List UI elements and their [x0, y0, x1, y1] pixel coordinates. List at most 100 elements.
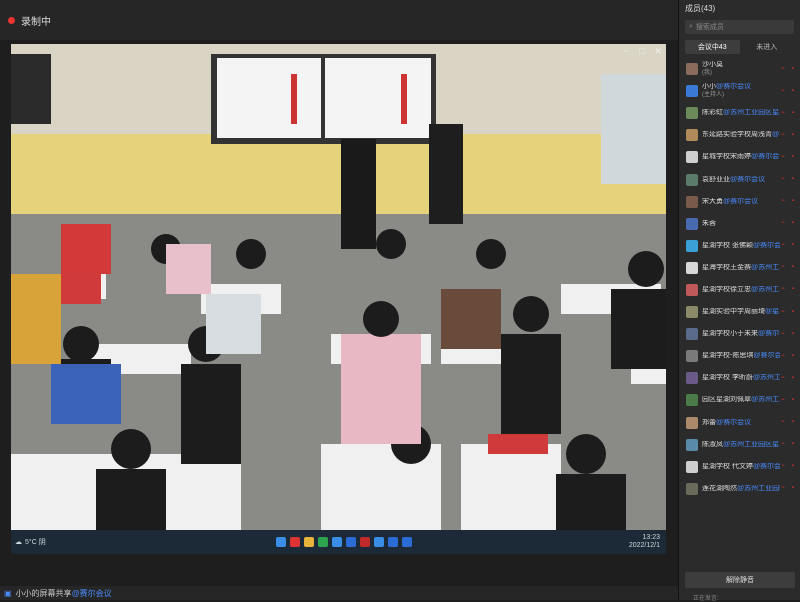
member-item[interactable]: 袁舒亚亚@赛尔会议 ⌁ ▪ [679, 168, 800, 190]
member-search-input[interactable]: ⌕ 搜索成员 [685, 20, 794, 34]
camera-off-icon[interactable]: ▪ [790, 176, 796, 183]
unmute-all-button[interactable]: 解除静音 [685, 572, 795, 588]
member-name: 星湖实验中学周丽琦 [702, 308, 765, 316]
camera-off-icon[interactable]: ▪ [790, 485, 796, 492]
folder-icon[interactable] [303, 537, 314, 547]
microphone-muted-icon[interactable]: ⌁ [780, 66, 786, 73]
app-icon[interactable] [317, 537, 328, 547]
member-label: 东延路实验学校周浅青@... [702, 131, 780, 139]
app-icon[interactable] [373, 537, 384, 547]
microphone-muted-icon[interactable]: ⌁ [780, 110, 786, 117]
member-org: @苏州工业园区星... [737, 484, 780, 492]
member-item[interactable]: 宋大勇@赛尔会议 ⌁ ▪ [679, 191, 800, 213]
microphone-muted-icon[interactable]: ⌁ [780, 463, 786, 470]
member-item[interactable]: 星湖学校-陈思琪@赛尔会议⌁▪ [679, 345, 800, 367]
microphone-muted-icon[interactable]: ⌁ [780, 441, 786, 448]
member-item[interactable]: 星湖实验中学周丽琦@星...⌁▪ [679, 301, 800, 323]
member-item[interactable]: 莲花湖陶然@苏州工业园区星...⌁ ▪ [679, 478, 800, 500]
member-item[interactable]: 陈彩虹@苏州工业园区星... ⌁ ▪ [679, 102, 800, 124]
tab-not-joined[interactable]: 未进入 [740, 40, 795, 54]
camera-off-icon[interactable]: ▪ [790, 441, 796, 448]
microphone-muted-icon[interactable]: ⌁ [780, 88, 786, 95]
classroom-video [11, 44, 666, 530]
microphone-muted-icon[interactable]: ⌁ [780, 198, 786, 205]
member-item[interactable]: 星城学校宋雨婷@赛尔会议⌁▪ [679, 146, 800, 168]
member-label: 宋大勇@赛尔会议 [702, 198, 780, 206]
microphone-muted-icon[interactable]: ⌁ [780, 242, 786, 249]
microphone-muted-icon[interactable]: ⌁ [780, 264, 786, 271]
avatar [686, 482, 698, 495]
camera-off-icon[interactable]: ▪ [790, 242, 796, 249]
member-item[interactable]: 东延路实验学校周浅青@...⌁ ▪ [679, 124, 800, 146]
start-icon[interactable] [275, 537, 286, 547]
system-clock[interactable]: 13:23 2022/12/1 [616, 534, 666, 550]
camera-off-icon[interactable]: ▪ [790, 264, 796, 271]
member-status-icons: ⌁ ▪ [780, 110, 796, 117]
camera-off-icon[interactable]: ▪ [790, 286, 796, 293]
member-item[interactable]: 朱蓉 ⌁ ▪ [679, 213, 800, 235]
member-item[interactable]: 星湖学校徐立忠@苏州工...⌁▪ [679, 279, 800, 301]
microphone-muted-icon[interactable]: ⌁ [780, 309, 786, 316]
camera-off-icon[interactable]: ▪ [790, 66, 796, 73]
close-icon[interactable]: ✕ [654, 46, 662, 57]
camera-off-icon[interactable]: ▪ [790, 463, 796, 470]
app-icon[interactable] [289, 537, 300, 547]
camera-off-icon[interactable]: ▪ [790, 331, 796, 338]
member-item[interactable]: 小小@赛尔会议 (主持人) ⌁ ▪ [679, 80, 800, 102]
meeting-app-icon[interactable] [401, 537, 412, 547]
member-item[interactable]: 沙小莫 (我) ⌁ ▪ [679, 58, 800, 80]
tab-in-meeting[interactable]: 会议中43 [685, 40, 740, 54]
microphone-muted-icon[interactable]: ⌁ [780, 331, 786, 338]
speaking-label: 正在发言: [693, 596, 719, 602]
app-icon[interactable] [345, 537, 356, 547]
minimize-icon[interactable]: − [624, 46, 629, 57]
member-item[interactable]: 园区星湖刘佩翠@苏州工...⌁▪ [679, 389, 800, 411]
microphone-muted-icon[interactable]: ⌁ [780, 375, 786, 382]
video-window-controls: − □ ✕ [624, 46, 662, 57]
weather-text: 5°C 阴 [25, 539, 46, 546]
microphone-muted-icon[interactable]: ⌁ [780, 132, 786, 139]
member-item[interactable]: 星湖学校小于未来@赛尔会议⌁▪ [679, 323, 800, 345]
camera-off-icon[interactable]: ▪ [790, 353, 796, 360]
microphone-muted-icon[interactable]: ⌁ [780, 220, 786, 227]
camera-off-icon[interactable]: ▪ [790, 88, 796, 95]
microphone-muted-icon[interactable]: ⌁ [780, 419, 786, 426]
member-item[interactable]: 郑蕾@赛尔会议 ⌁ ▪ [679, 412, 800, 434]
member-label: 星海学校王金赛@苏州工... [702, 264, 780, 272]
member-list: 沙小莫 (我) ⌁ ▪ 小小@赛尔会议 (主持人) ⌁ ▪ 陈彩虹@苏州工业园区星... ⌁ ▪ 东延… [679, 58, 800, 500]
wps-icon[interactable] [359, 537, 370, 547]
camera-off-icon[interactable]: ▪ [790, 110, 796, 117]
shared-screen-view[interactable]: − □ ✕ [11, 44, 666, 530]
camera-off-icon[interactable]: ▪ [790, 397, 796, 404]
member-item[interactable]: 星海学校王金赛@苏州工...⌁▪ [679, 257, 800, 279]
microphone-muted-icon[interactable]: ⌁ [780, 353, 786, 360]
member-name: 郑蕾 [702, 418, 716, 426]
camera-off-icon[interactable]: ▪ [790, 220, 796, 227]
camera-off-icon[interactable]: ▪ [790, 419, 796, 426]
camera-off-icon[interactable]: ▪ [790, 132, 796, 139]
weather-widget[interactable]: ☁ 5°C 阴 [11, 537, 71, 547]
member-item[interactable]: 星湖学校 代文婷@赛尔会议⌁▪ [679, 456, 800, 478]
camera-off-icon[interactable]: ▪ [790, 198, 796, 205]
app-icon[interactable] [387, 537, 398, 547]
microphone-muted-icon[interactable]: ⌁ [780, 176, 786, 183]
browser-icon[interactable] [331, 537, 342, 547]
member-status-icons: ⌁ ▪ [780, 441, 796, 448]
member-status-icons: ⌁ ▪ [780, 463, 796, 470]
member-name: 莲花湖陶然 [702, 484, 737, 492]
member-status-icons: ⌁ ▪ [780, 264, 796, 271]
member-item[interactable]: 星湖学校 李昕蔚@苏州工...⌁▪ [679, 367, 800, 389]
member-item[interactable]: 陈淑凤@苏州工业园区星... ⌁ ▪ [679, 434, 800, 456]
member-item[interactable]: 星湖学校 张佛颖@赛尔会议⌁▪ [679, 235, 800, 257]
microphone-muted-icon[interactable]: ⌁ [780, 154, 786, 161]
member-status-icons: ⌁ ▪ [780, 353, 796, 360]
camera-off-icon[interactable]: ▪ [790, 375, 796, 382]
microphone-muted-icon[interactable]: ⌁ [780, 485, 786, 492]
microphone-muted-icon[interactable]: ⌁ [780, 397, 786, 404]
member-name: 宋大勇 [702, 197, 723, 205]
member-org: @苏州工... [751, 263, 780, 271]
maximize-icon[interactable]: □ [639, 46, 644, 57]
microphone-muted-icon[interactable]: ⌁ [780, 286, 786, 293]
camera-off-icon[interactable]: ▪ [790, 309, 796, 316]
camera-off-icon[interactable]: ▪ [790, 154, 796, 161]
